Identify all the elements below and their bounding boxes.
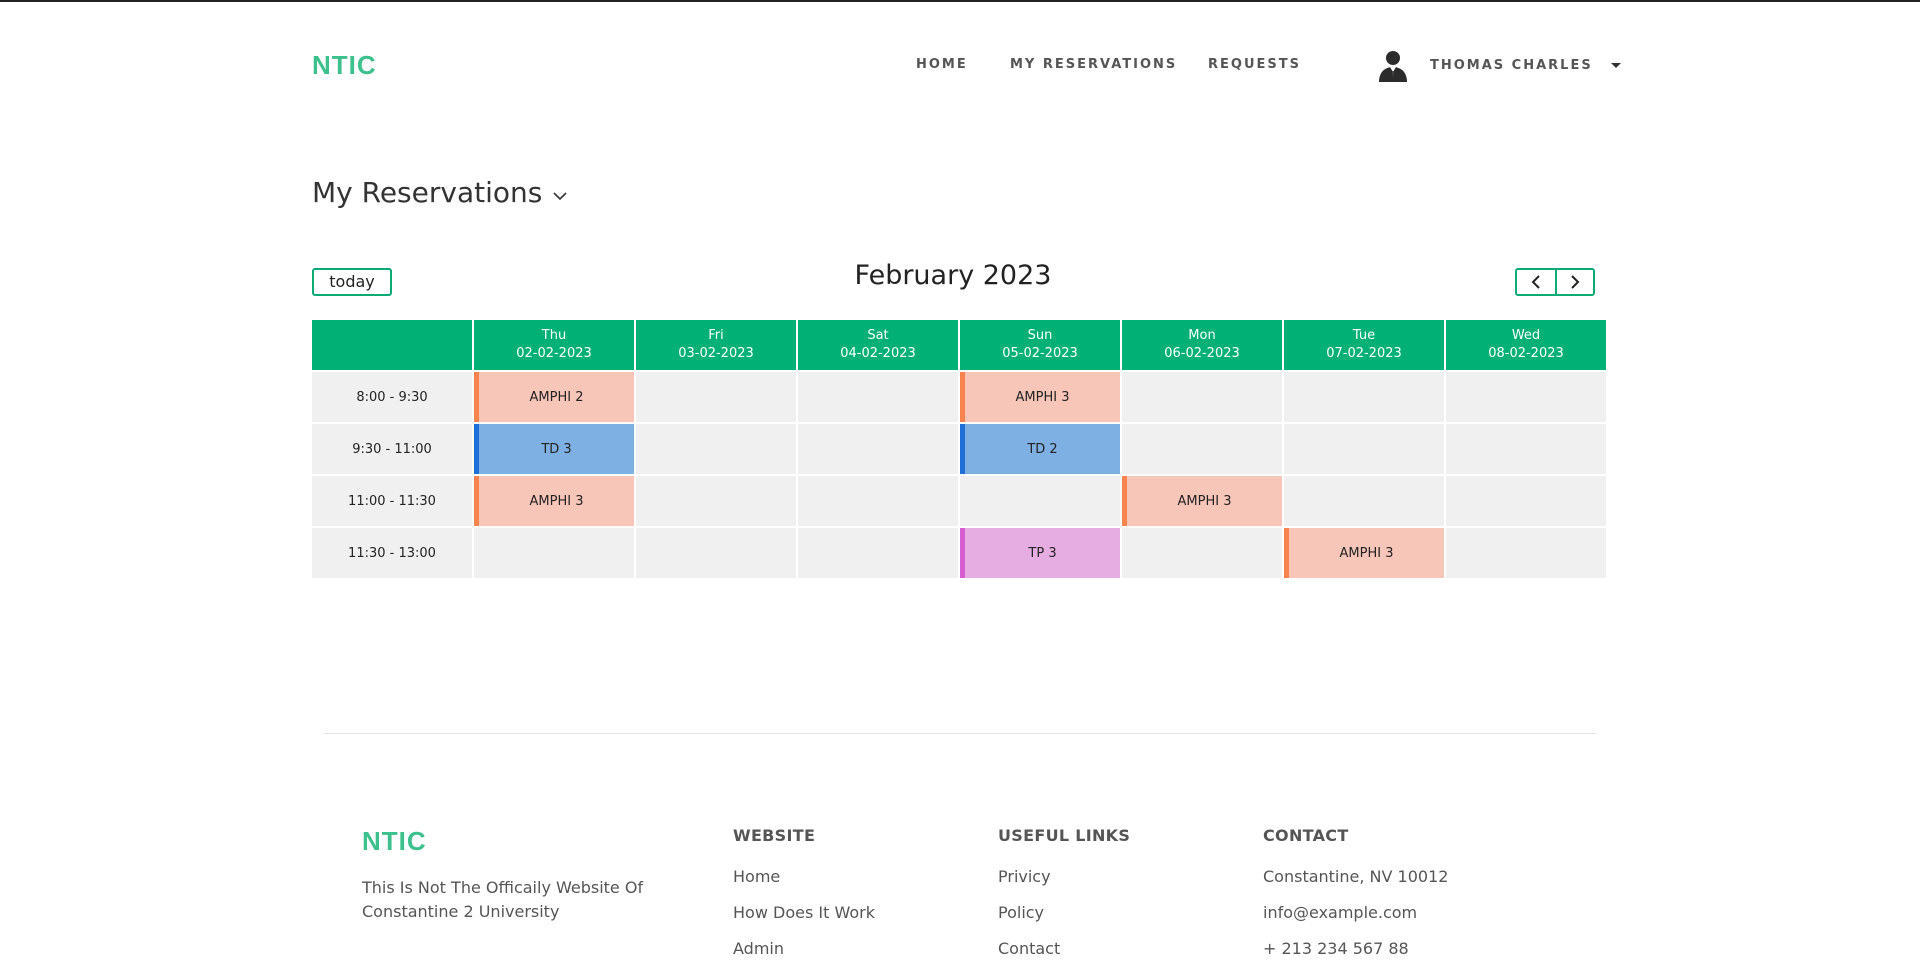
footer-divider [324, 733, 1596, 734]
calendar-nav-buttons [1515, 268, 1595, 296]
footer-logo: NTIC [362, 826, 427, 856]
day-name: Fri [708, 328, 724, 343]
footer-col-website: WEBSITE Home How Does It Work Admin [733, 826, 875, 975]
next-week-button[interactable] [1555, 270, 1593, 294]
chevron-right-icon [1571, 275, 1580, 289]
footer-link-privacy[interactable]: Privicy [998, 867, 1130, 886]
calendar-cell[interactable]: AMPHI 3 [1122, 476, 1282, 526]
day-header: Mon 06-02-2023 [1122, 320, 1282, 370]
footer-col-contact: CONTACT Constantine, NV 10012 info@examp… [1263, 826, 1448, 975]
brand-logo[interactable]: NTIC [312, 50, 377, 81]
day-header: Sat 04-02-2023 [798, 320, 958, 370]
calendar-cell[interactable]: AMPHI 3 [1284, 528, 1444, 578]
reservation-event[interactable]: AMPHI 3 [474, 476, 634, 526]
time-slot-label: 11:00 - 11:30 [312, 476, 472, 526]
calendar-cell[interactable] [798, 372, 958, 422]
day-header: Thu 02-02-2023 [474, 320, 634, 370]
nav-requests[interactable]: REQUESTS [1208, 57, 1301, 72]
day-header: Wed 08-02-2023 [1446, 320, 1606, 370]
caret-down-icon [1610, 62, 1621, 68]
calendar-cell[interactable] [1446, 372, 1606, 422]
calendar-cell[interactable] [798, 476, 958, 526]
day-name: Sat [867, 328, 889, 343]
calendar-corner [312, 320, 472, 370]
calendar-cell[interactable] [960, 476, 1120, 526]
reservation-event[interactable]: AMPHI 3 [1122, 476, 1282, 526]
footer-contact-address: Constantine, NV 10012 [1263, 867, 1449, 886]
footer-link-admin[interactable]: Admin [733, 939, 875, 958]
chevron-down-icon [553, 191, 567, 200]
user-name: THOMAS CHARLES [1430, 57, 1593, 73]
page-title: My Reservations [312, 176, 543, 209]
calendar-cell[interactable] [636, 476, 796, 526]
calendar-cell[interactable] [1284, 476, 1444, 526]
day-name: Tue [1352, 328, 1376, 343]
calendar-cell[interactable]: TP 3 [960, 528, 1120, 578]
reservation-event[interactable]: AMPHI 3 [1284, 528, 1444, 578]
footer-contact-phone: + 213 234 567 88 [1263, 939, 1409, 958]
calendar-cell[interactable] [1446, 476, 1606, 526]
reservation-event[interactable]: AMPHI 3 [960, 372, 1120, 422]
day-date: 05-02-2023 [1002, 346, 1078, 361]
calendar-cell[interactable]: AMPHI 3 [474, 476, 634, 526]
nav-my-reservations[interactable]: MY RESERVATIONS [1010, 57, 1177, 72]
footer-col-title: WEBSITE [733, 826, 816, 845]
calendar-cell[interactable] [798, 424, 958, 474]
reservation-event[interactable]: TD 3 [474, 424, 634, 474]
calendar-cell[interactable] [1446, 424, 1606, 474]
day-header: Tue 07-02-2023 [1284, 320, 1444, 370]
day-date: 04-02-2023 [840, 346, 916, 361]
footer-col-title: USEFUL LINKS [998, 826, 1131, 845]
reservation-event[interactable]: TD 2 [960, 424, 1120, 474]
day-date: 02-02-2023 [516, 346, 592, 361]
calendar-cell[interactable] [1122, 372, 1282, 422]
reservation-event[interactable]: TP 3 [960, 528, 1120, 578]
calendar-cell[interactable] [1446, 528, 1606, 578]
day-date: 06-02-2023 [1164, 346, 1240, 361]
calendar-cell[interactable] [636, 372, 796, 422]
day-header: Sun 05-02-2023 [960, 320, 1120, 370]
footer-col-useful-links: USEFUL LINKS Privicy Policy Contact [998, 826, 1130, 975]
day-header: Fri 03-02-2023 [636, 320, 796, 370]
footer-link-home[interactable]: Home [733, 867, 875, 886]
calendar-title: February 2023 [854, 260, 1052, 291]
footer-link-policy[interactable]: Policy [998, 903, 1130, 922]
footer-col-title: CONTACT [1263, 826, 1349, 845]
calendar-cell[interactable] [1284, 372, 1444, 422]
time-slot-label: 11:30 - 13:00 [312, 528, 472, 578]
day-date: 07-02-2023 [1326, 346, 1402, 361]
calendar-cell[interactable] [798, 528, 958, 578]
day-name: Sun [1027, 328, 1053, 343]
time-slot-label: 9:30 - 11:00 [312, 424, 472, 474]
footer-description: This Is Not The Officaily Website Of Con… [362, 878, 644, 921]
day-name: Mon [1188, 328, 1216, 343]
calendar-cell[interactable]: AMPHI 2 [474, 372, 634, 422]
calendar-cell[interactable] [1284, 424, 1444, 474]
time-slot-label: 8:00 - 9:30 [312, 372, 472, 422]
footer-link-how-it-works[interactable]: How Does It Work [733, 903, 875, 922]
calendar-grid: Thu 02-02-2023 Fri 03-02-2023 Sat 04-02-2023 S… [312, 320, 1606, 578]
nav-home[interactable]: HOME [916, 57, 968, 72]
calendar-cell[interactable] [1122, 424, 1282, 474]
calendar-cell[interactable]: TD 2 [960, 424, 1120, 474]
calendar-cell[interactable] [636, 528, 796, 578]
page-title-dropdown[interactable]: My Reservations [312, 176, 568, 209]
day-name: Wed [1511, 328, 1541, 343]
calendar-cell[interactable] [1122, 528, 1282, 578]
calendar-cell[interactable] [636, 424, 796, 474]
day-date: 08-02-2023 [1488, 346, 1564, 361]
prev-week-button[interactable] [1517, 270, 1555, 294]
reservation-event[interactable]: AMPHI 2 [474, 372, 634, 422]
user-silhouette-icon [1379, 51, 1407, 82]
footer-link-contact[interactable]: Contact [998, 939, 1130, 958]
calendar-cell[interactable]: AMPHI 3 [960, 372, 1120, 422]
day-date: 03-02-2023 [678, 346, 754, 361]
footer-contact-email: info@example.com [1263, 903, 1418, 922]
calendar-cell[interactable] [474, 528, 634, 578]
chevron-left-icon [1531, 275, 1540, 289]
calendar-cell[interactable]: TD 3 [474, 424, 634, 474]
day-name: Thu [541, 328, 567, 343]
user-menu[interactable]: THOMAS CHARLES [1376, 48, 1621, 82]
top-border [0, 0, 1920, 2]
